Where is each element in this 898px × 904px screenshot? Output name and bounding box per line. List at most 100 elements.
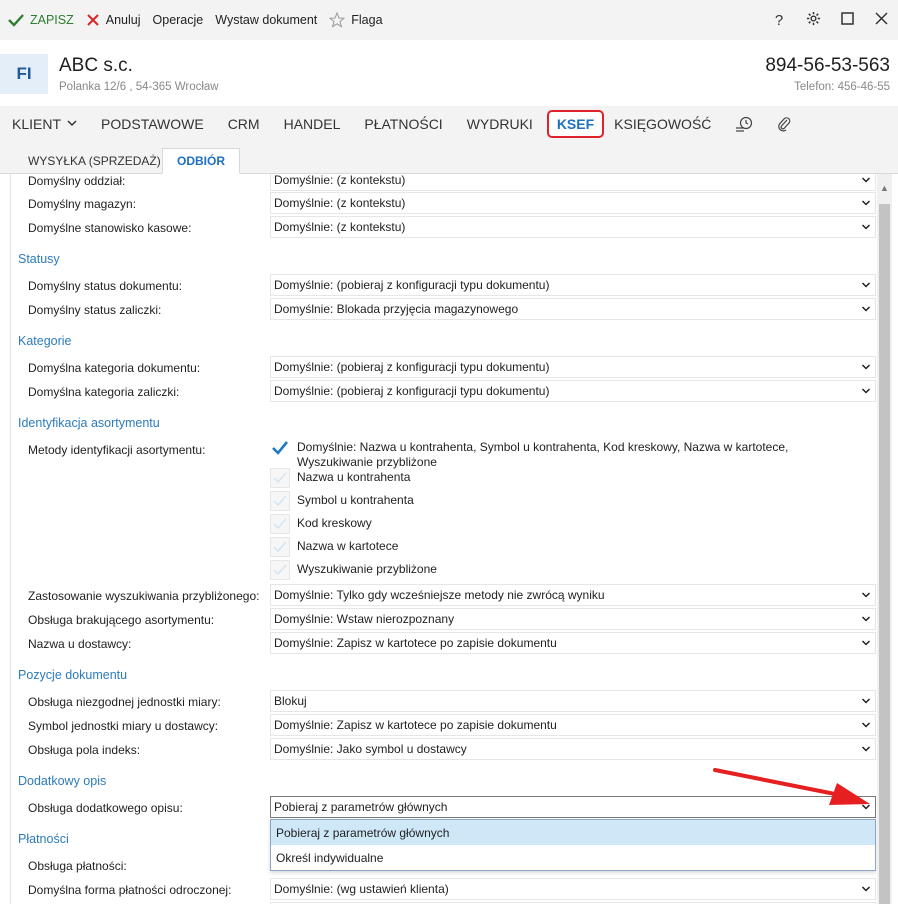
vertical-scrollbar[interactable]: ▲ [877,174,892,904]
dropdown-option[interactable]: Określ indywidualne [271,845,875,870]
fuzzy-search-select[interactable]: Domyślnie: Tylko gdy wcześniejsze metody… [270,584,876,606]
section-kategorie: Kategorie [18,334,72,348]
gear-icon[interactable] [796,11,830,30]
document-status-select[interactable]: Domyślnie: (pobieraj z konfiguracji typu… [270,274,876,296]
setting-row: Domyślna kategoria zaliczki: Domyślnie: … [11,380,877,404]
chevron-down-icon [861,588,871,605]
document-category-select[interactable]: Domyślnie: (pobieraj z konfiguracji typu… [270,356,876,378]
dropdown-option[interactable]: Pobieraj z parametrów głównych [271,820,875,845]
select-value: Domyślnie: Jako symbol u dostawcy [274,742,467,756]
supplier-name-select[interactable]: Domyślnie: Zapisz w kartotece po zapisie… [270,632,876,654]
chevron-down-icon [861,220,871,237]
tab-crm[interactable]: CRM [228,116,260,132]
maximize-icon[interactable] [830,11,864,29]
select-value: Domyślnie: (pobieraj z konfiguracji typu… [274,360,550,374]
default-branch-select[interactable]: Domyślnie: (z kontekstu) [270,174,876,191]
checkbox-label: Wyszukiwanie przybliżone [297,562,437,576]
setting-label: Symbol jednostki miary u dostawcy: [28,719,219,733]
dropdown-list: Pobieraj z parametrów głównych Określ in… [270,819,876,871]
missing-item-select[interactable]: Domyślnie: Wstaw nierozpoznany [270,608,876,630]
supplier-unit-symbol-select[interactable]: Domyślnie: Zapisz w kartotece po zapisie… [270,714,876,736]
company-phone: Telefon: 456-46-55 [794,81,890,93]
advance-category-select[interactable]: Domyślnie: (pobieraj z konfiguracji typu… [270,380,876,402]
scroll-up-icon[interactable]: ▲ [877,174,892,202]
scrollbar-thumb[interactable] [879,204,890,904]
setting-label: Zastosowanie wyszukiwania przybliżonego: [28,589,260,603]
chevron-down-icon [67,119,77,130]
company-address: Polanka 12/6 , 54-365 Wrocław [59,81,219,93]
setting-label: Domyślne stanowisko kasowe: [28,221,192,235]
cancel-button[interactable]: Anuluj [86,13,141,27]
default-warehouse-select[interactable]: Domyślnie: (z kontekstu) [270,192,876,214]
checkbox-unchecked-icon[interactable] [270,560,290,580]
setting-label: Nazwa u dostawcy: [28,637,132,651]
tab-podstawowe[interactable]: PODSTAWOWE [101,116,204,132]
checkbox-option[interactable]: Wyszukiwanie przybliżone [270,560,867,580]
tab-platnosci[interactable]: PŁATNOŚCI [364,116,442,132]
chevron-down-icon [861,384,871,401]
checkbox-unchecked-icon[interactable] [270,514,290,534]
help-icon[interactable]: ? [762,12,796,29]
tab-handel[interactable]: HANDEL [284,116,341,132]
close-x-icon [86,13,100,27]
checkbox-option[interactable]: Nazwa u kontrahenta [270,468,867,488]
select-value: Domyślnie: (z kontekstu) [274,220,406,234]
checkbox-label: Nazwa w kartotece [297,539,399,553]
issue-document-button[interactable]: Wystaw dokument [215,13,317,27]
deferred-payment-select[interactable]: Domyślnie: (wg ustawień klienta) [270,878,876,900]
tab-wysylka[interactable]: WYSYŁKA (SPRZEDAŻ) [14,148,175,174]
tab-ksiegowosc[interactable]: KSIĘGOWOŚĆ [614,116,711,132]
chevron-down-icon [861,174,871,190]
select-value: Domyślnie: (wg ustawień klienta) [274,882,449,896]
paperclip-icon[interactable] [777,116,791,132]
client-badge: FI [0,54,48,94]
section-identyfikacja: Identyfikacja asortymentu [18,416,160,430]
setting-row: Domyślna forma płatności odroczonej: Dom… [11,878,877,902]
checkbox-option[interactable]: Symbol u kontrahenta [270,491,867,511]
checkbox-option[interactable]: Nazwa w kartotece [270,537,867,557]
setting-label: Domyślna forma płatności odroczonej: [28,883,232,897]
select-value: Domyślnie: (z kontekstu) [274,196,406,210]
setting-row: Domyślne stanowisko kasowe: Domyślnie: (… [11,216,877,240]
flag-button[interactable]: Flaga [329,12,383,28]
client-header: FI ABC s.c. Polanka 12/6 , 54-365 Wrocła… [0,40,898,106]
unit-mismatch-select[interactable]: Blokuj [270,690,876,712]
checkmark-icon [8,13,24,27]
checkbox-unchecked-icon[interactable] [270,537,290,557]
setting-row: Domyślny status dokumentu: Domyślnie: (p… [11,274,877,298]
tab-wydruki[interactable]: WYDRUKI [467,116,533,132]
section-dodatkowy-opis: Dodatkowy opis [18,774,107,788]
default-cash-station-select[interactable]: Domyślnie: (z kontekstu) [270,216,876,238]
setting-label: Domyślny magazyn: [28,197,137,211]
checkbox-unchecked-icon[interactable] [270,468,290,488]
tab-odbior[interactable]: ODBIÓR [162,148,240,174]
save-button[interactable]: ZAPISZ [8,13,74,27]
setting-row: Symbol jednostki miary u dostawcy: Domyś… [11,714,877,738]
history-icon[interactable] [735,116,753,132]
setting-row: Obsługa pola indeks: Domyślnie: Jako sym… [11,738,877,762]
chevron-down-icon [861,196,871,213]
checkbox-label: Symbol u kontrahenta [297,493,414,507]
sub-tabs: WYSYŁKA (SPRZEDAŻ) ODBIÓR [0,142,898,174]
operations-button[interactable]: Operacje [153,13,204,27]
chevron-down-icon [861,718,871,735]
main-tabs: KLIENT PODSTAWOWE CRM HANDEL PŁATNOŚCI W… [0,106,898,142]
tab-ksef[interactable]: KSEF [546,110,605,138]
checkbox-label: Kod kreskowy [297,516,372,530]
setting-label: Obsługa niezgodnej jednostki miary: [28,695,221,709]
select-value: Domyślnie: (z kontekstu) [274,174,406,187]
select-value: Domyślnie: Blokada przyjęcia magazynoweg… [274,302,519,316]
checkbox-unchecked-icon[interactable] [270,491,290,511]
tab-klient[interactable]: KLIENT [12,116,77,132]
section-platnosci: Płatności [18,832,69,846]
company-nip: 894-56-53-563 [765,55,890,76]
advance-status-select[interactable]: Domyślnie: Blokada przyjęcia magazynoweg… [270,298,876,320]
tab-klient-label: KLIENT [12,116,62,132]
checkbox-option[interactable]: Kod kreskowy [270,514,867,534]
checkbox-option[interactable]: Domyślnie: Nazwa u kontrahenta, Symbol u… [270,438,867,470]
close-window-icon[interactable] [864,11,898,29]
setting-label: Domyślny oddział: [28,174,126,188]
checkbox-checked-icon[interactable] [270,438,290,458]
setting-label: Obsługa płatności: [28,859,127,873]
index-field-select[interactable]: Domyślnie: Jako symbol u dostawcy [270,738,876,760]
